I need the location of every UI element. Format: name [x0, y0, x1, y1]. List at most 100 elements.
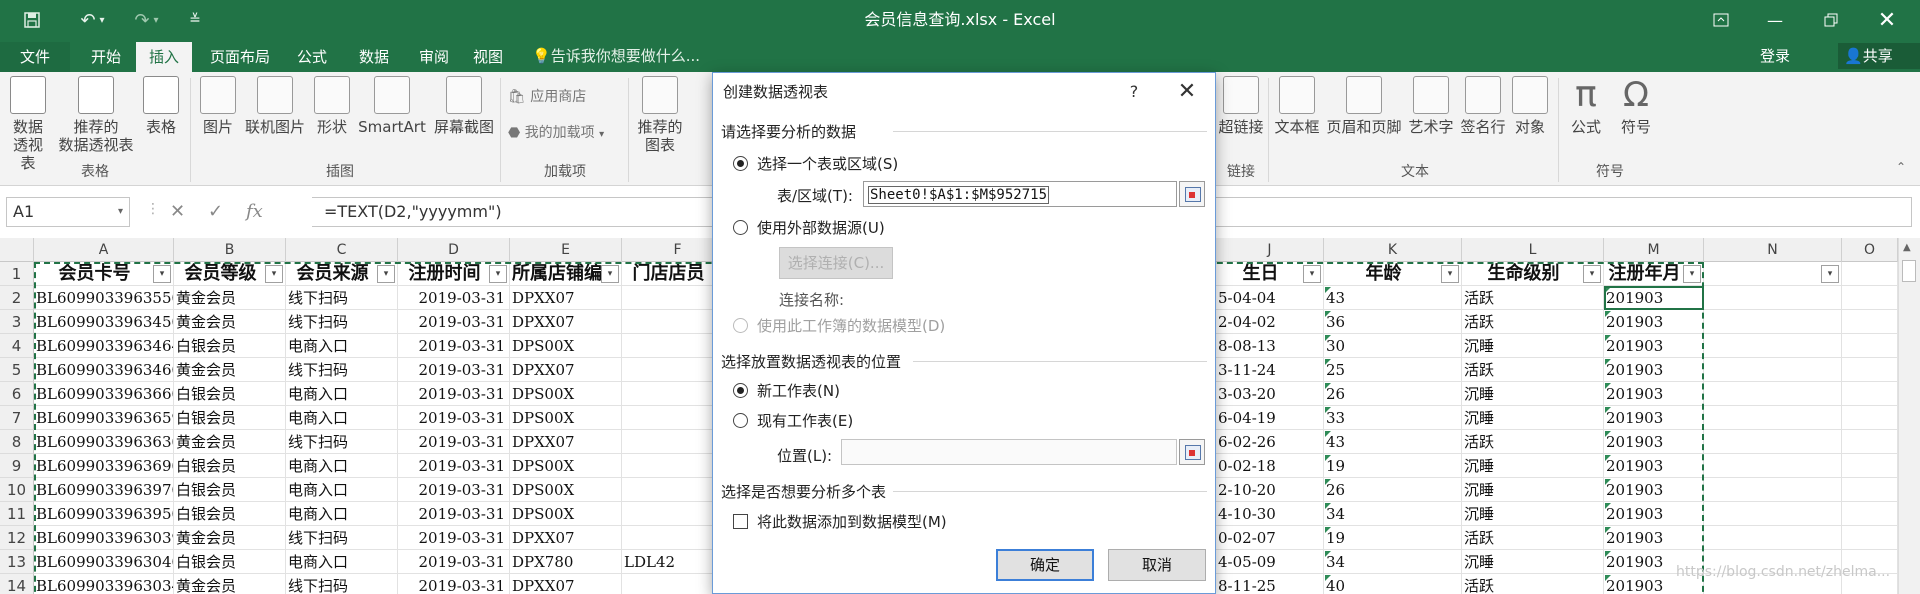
select-all-corner[interactable] [0, 238, 34, 262]
radio-existing-sheet[interactable] [733, 413, 748, 428]
choose-connection-button[interactable]: 选择连接(C)... [779, 247, 893, 279]
location-input[interactable] [841, 439, 1177, 465]
row-header[interactable]: 11 [0, 502, 34, 526]
row-header[interactable]: 4 [0, 334, 34, 358]
filter-dropdown-icon[interactable]: ▾ [1821, 265, 1839, 283]
row-header[interactable]: 6 [0, 382, 34, 406]
cell-n[interactable] [1704, 358, 1842, 382]
column-header-j[interactable]: J [1216, 238, 1324, 262]
column-header-c[interactable]: C [286, 238, 398, 262]
vertical-scrollbar[interactable]: ▲ [1898, 238, 1920, 594]
column-header-d[interactable]: D [398, 238, 510, 262]
symbol-button[interactable]: Ω 符号 [1614, 76, 1658, 136]
cell-o[interactable] [1842, 358, 1898, 382]
row-header[interactable]: 1 [0, 262, 34, 286]
collapse-ribbon-icon[interactable]: ⌃ [1896, 160, 1906, 174]
ok-button[interactable]: 确定 [996, 549, 1094, 581]
column-header-o[interactable]: O [1842, 238, 1898, 262]
row-header[interactable]: 8 [0, 430, 34, 454]
table-button[interactable]: 表格 [140, 76, 182, 136]
row-header[interactable]: 3 [0, 310, 34, 334]
screenshot-button[interactable]: 屏幕截图 [430, 76, 498, 136]
cell-n[interactable] [1704, 334, 1842, 358]
help-button[interactable]: ? [1115, 73, 1153, 111]
cell-n[interactable] [1704, 382, 1842, 406]
row-header[interactable]: 2 [0, 286, 34, 310]
shapes-button[interactable]: 形状 [310, 76, 354, 136]
radio-new-sheet[interactable] [733, 383, 748, 398]
row-header[interactable]: 9 [0, 454, 34, 478]
online-picture-button[interactable]: 联机图片 [242, 76, 308, 136]
smartart-button[interactable]: SmartArt [356, 76, 428, 136]
tab-formulas[interactable]: 公式 [288, 42, 336, 72]
radio-select-range[interactable] [733, 156, 748, 171]
store-button[interactable]: 🛍 应用商店 [508, 86, 586, 108]
column-header-n[interactable]: N [1704, 238, 1842, 262]
add-to-model-checkbox[interactable] [733, 514, 748, 529]
cancel-button[interactable]: 取消 [1108, 549, 1206, 581]
cell-n[interactable] [1704, 406, 1842, 430]
signature-button[interactable]: 签名行 [1458, 76, 1508, 136]
row-header[interactable]: 5 [0, 358, 34, 382]
tab-file[interactable]: 文件 [0, 42, 70, 72]
column-header-a[interactable]: A [34, 238, 174, 262]
column-header-l[interactable]: L [1462, 238, 1604, 262]
tab-data[interactable]: 数据 [350, 42, 398, 72]
cell-o[interactable] [1842, 454, 1898, 478]
minimize-icon[interactable]: — [1752, 0, 1798, 40]
row-header[interactable]: 13 [0, 550, 34, 574]
close-window-icon[interactable]: ✕ [1864, 0, 1910, 40]
equation-button[interactable]: π 公式 [1564, 76, 1608, 137]
ribbon-display-icon[interactable] [1698, 0, 1744, 40]
cell-o[interactable] [1842, 382, 1898, 406]
cell-n[interactable] [1704, 310, 1842, 334]
row-header[interactable]: 10 [0, 478, 34, 502]
name-box[interactable]: A1 ▾ [6, 197, 130, 227]
cell-o[interactable] [1842, 430, 1898, 454]
row-header[interactable]: 7 [0, 406, 34, 430]
tab-review[interactable]: 审阅 [410, 42, 458, 72]
cell-n[interactable] [1704, 454, 1842, 478]
tell-me-box[interactable]: 💡告诉我你想要做什么... [532, 40, 700, 72]
cell-o[interactable] [1842, 406, 1898, 430]
undo-dropdown-icon[interactable]: ▾ [92, 0, 112, 40]
scroll-up-icon[interactable]: ▲ [1903, 242, 1911, 253]
tab-insert[interactable]: 插入 [136, 42, 192, 72]
cell-n[interactable] [1704, 430, 1842, 454]
cell-n[interactable] [1704, 478, 1842, 502]
tab-home[interactable]: 开始 [78, 42, 134, 72]
cancel-entry-icon[interactable]: ✕ [170, 201, 185, 222]
row-header[interactable]: 14 [0, 574, 34, 594]
share-button[interactable]: 👤共享 [1838, 43, 1920, 69]
cell-n[interactable] [1704, 286, 1842, 310]
header-cell-o[interactable] [1842, 262, 1898, 286]
row-header[interactable]: 12 [0, 526, 34, 550]
radio-data-model[interactable] [733, 318, 748, 333]
wordart-button[interactable]: 艺术字 [1406, 76, 1456, 136]
column-header-k[interactable]: K [1324, 238, 1462, 262]
login-link[interactable]: 登录 [1760, 40, 1790, 72]
restore-icon[interactable] [1808, 0, 1854, 40]
object-button[interactable]: 对象 [1510, 76, 1550, 136]
close-dialog-button[interactable]: ✕ [1163, 73, 1211, 111]
insert-function-icon[interactable]: fx [246, 201, 263, 222]
confirm-entry-icon[interactable]: ✓ [208, 201, 223, 222]
cell-n[interactable] [1704, 502, 1842, 526]
column-header-e[interactable]: E [510, 238, 622, 262]
cell-o[interactable] [1842, 478, 1898, 502]
cell-o[interactable] [1842, 526, 1898, 550]
table-range-input[interactable]: Sheet0!$A$1:$M$952715 [863, 181, 1177, 207]
cell-o[interactable] [1842, 310, 1898, 334]
header-footer-button[interactable]: 页眉和页脚 [1324, 76, 1404, 136]
hyperlink-button[interactable]: 超链接 [1216, 76, 1266, 136]
my-addins-button[interactable]: ⬣ 我的加载项 ▾ [508, 122, 604, 144]
scrollbar-thumb[interactable] [1902, 260, 1916, 282]
location-picker-icon[interactable] [1179, 439, 1205, 465]
cell-o[interactable] [1842, 502, 1898, 526]
redo-dropdown-icon[interactable]: ▾ [146, 0, 166, 40]
cell-o[interactable] [1842, 334, 1898, 358]
range-picker-icon[interactable] [1179, 181, 1205, 207]
picture-button[interactable]: 图片 [196, 76, 240, 136]
column-header-b[interactable]: B [174, 238, 286, 262]
save-icon[interactable] [12, 0, 52, 40]
